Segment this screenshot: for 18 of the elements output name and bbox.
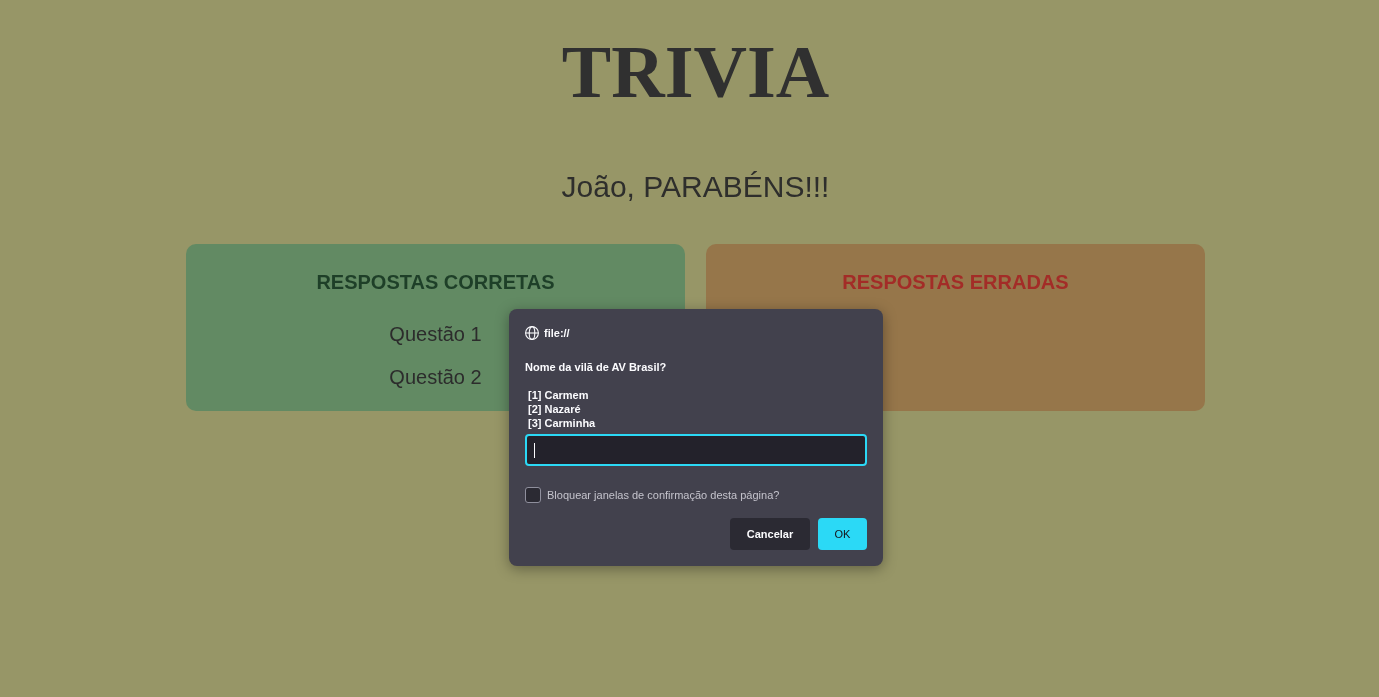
input-field[interactable]	[525, 434, 867, 466]
question-item: Questão 1	[389, 323, 482, 346]
checkbox-label: Bloquear janelas de confirmação desta página?	[547, 488, 780, 502]
globe-icon	[525, 326, 539, 340]
cancel-button[interactable]: Cancelar	[730, 518, 810, 550]
checkbox[interactable]	[525, 487, 541, 503]
card-title: RESPOSTAS CORRETAS	[316, 271, 555, 294]
option-text: [1] Carmem	[528, 388, 590, 402]
text-cursor-icon	[534, 442, 535, 458]
ok-button[interactable]: OK	[818, 518, 867, 550]
option-text: [2] Nazaré	[528, 402, 582, 416]
origin-text: file://	[544, 326, 570, 340]
option-text: [3] Carminha	[528, 416, 597, 430]
greeting-text: João, PARABÉNS!!!	[561, 170, 830, 204]
page-title: TRIVIA	[561, 30, 830, 115]
prompt-message: Nome da vilã de AV Brasil?	[525, 360, 668, 374]
question-item: Questão 2	[389, 366, 482, 389]
card-title: RESPOSTAS ERRADAS	[842, 271, 1069, 294]
